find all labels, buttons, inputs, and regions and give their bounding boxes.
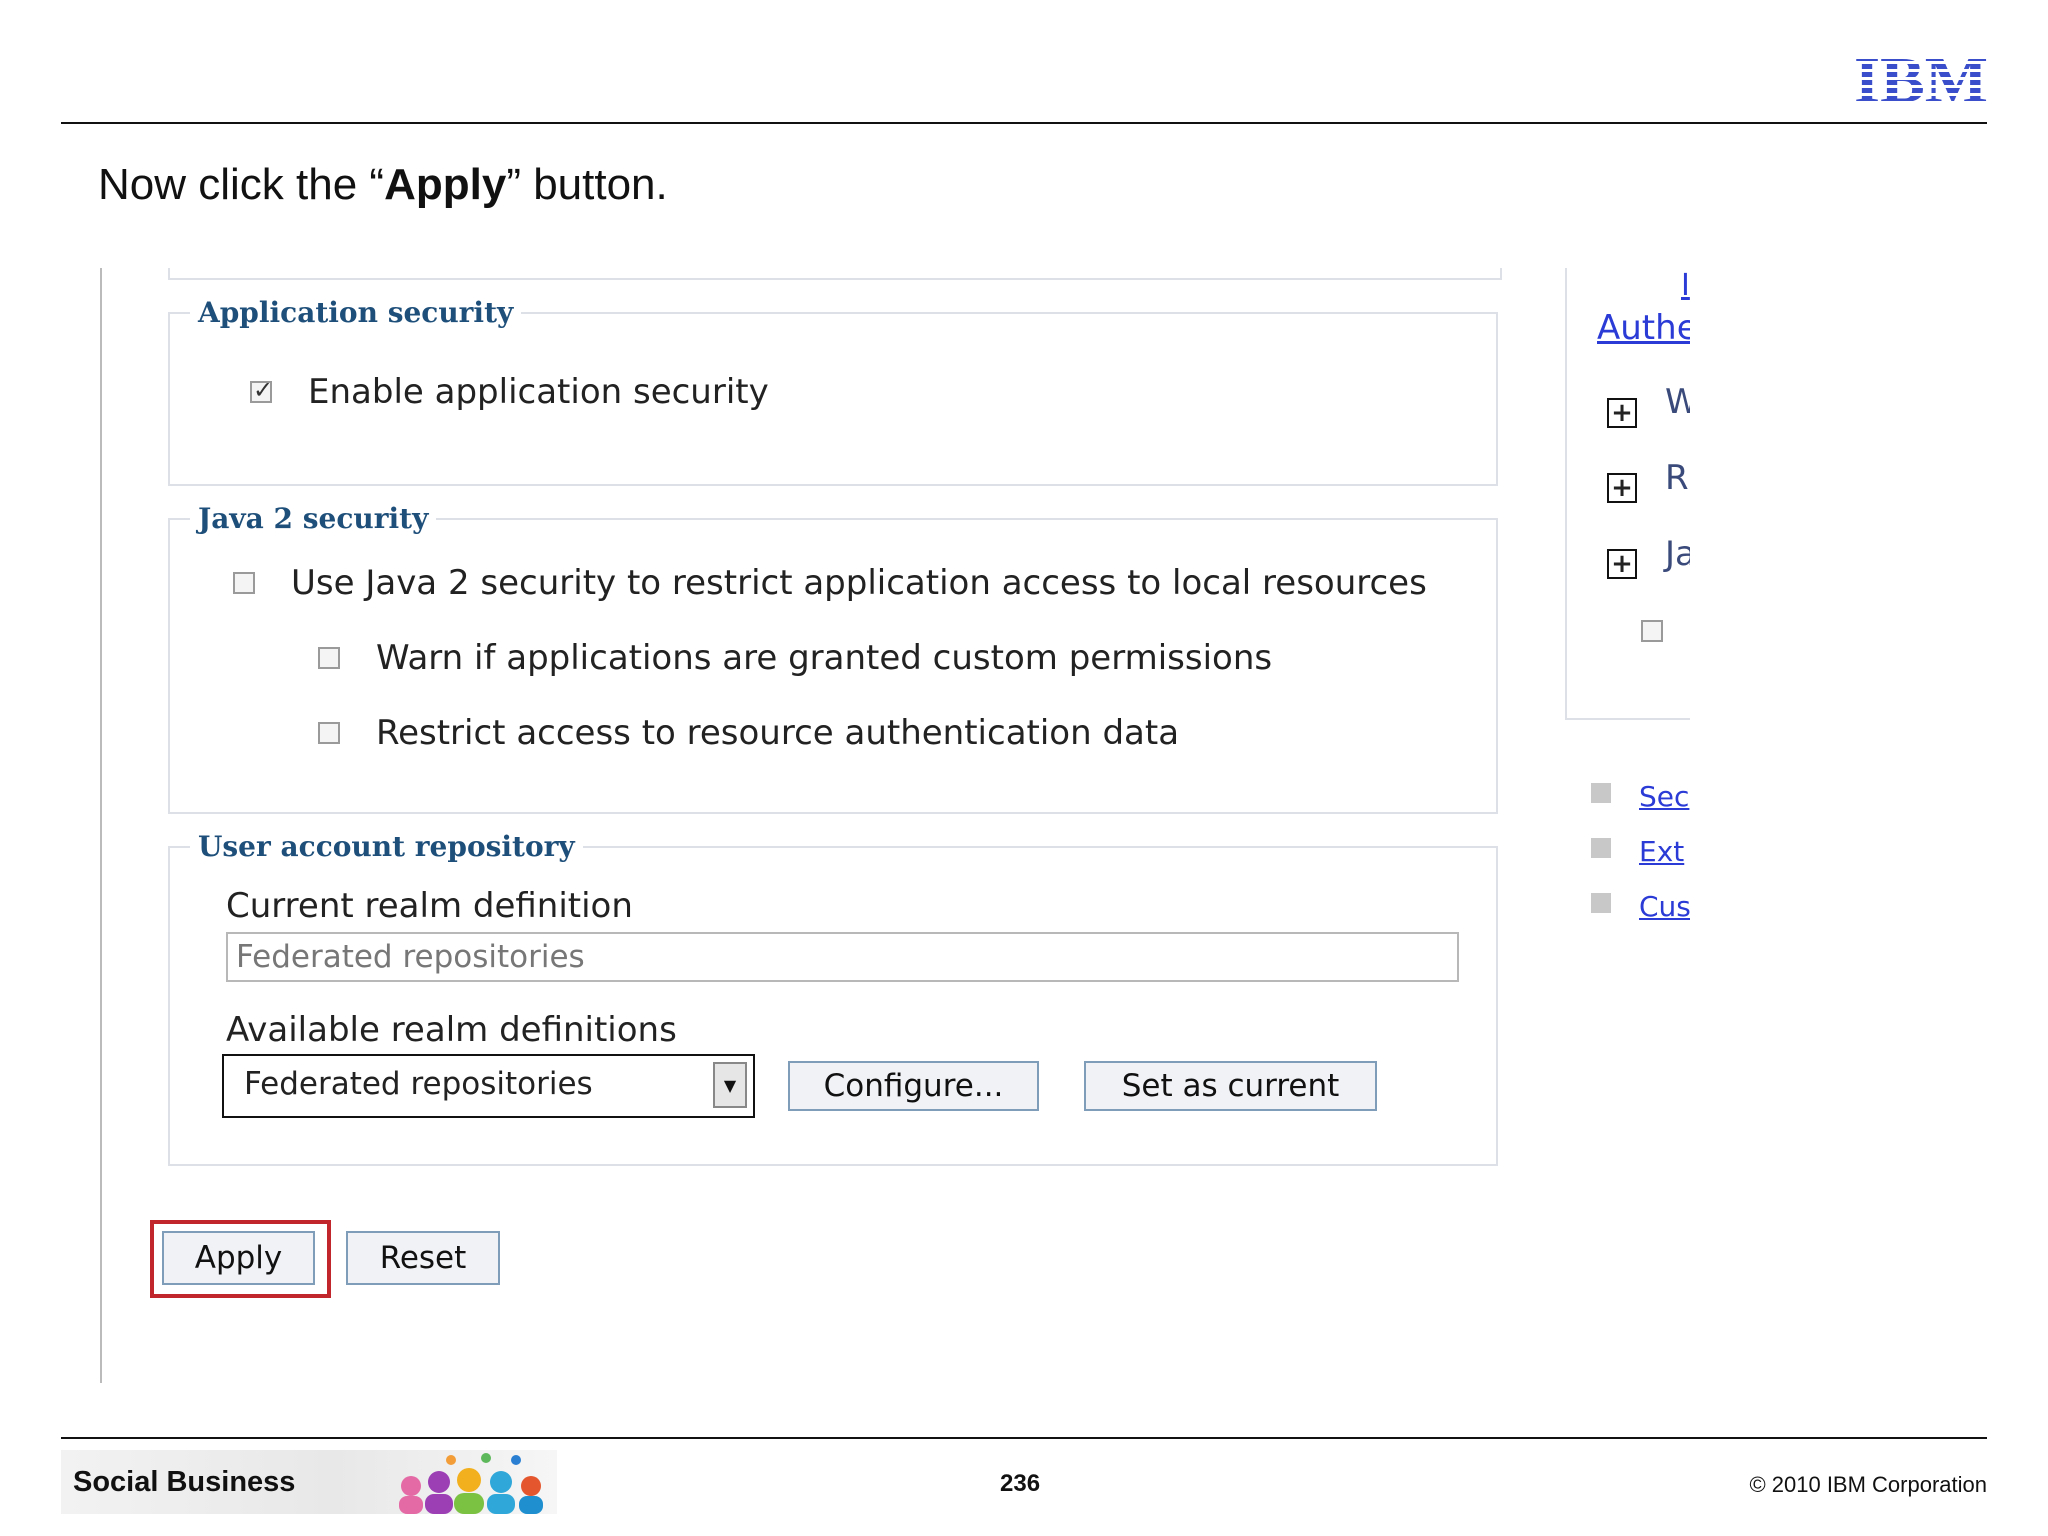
right-panel-item-2: R	[1665, 458, 1689, 498]
available-realms-selected-value: Federated repositories	[244, 1066, 593, 1102]
restrict-auth-data-label: Restrict access to resource authenticati…	[376, 713, 1180, 753]
expand-icon[interactable]: +	[1607, 549, 1637, 579]
right-panel-top-link[interactable]: I	[1681, 268, 1690, 303]
security-settings-screenshot: Application security Enable application …	[100, 268, 1700, 1388]
expand-icon[interactable]: +	[1607, 473, 1637, 503]
chevron-down-icon[interactable]: ▼	[713, 1062, 747, 1108]
right-panel-item-3: Ja	[1665, 534, 1690, 574]
configure-button[interactable]: Configure...	[788, 1061, 1039, 1111]
enable-application-security-row: Enable application security	[250, 372, 769, 412]
user-account-repository-legend: User account repository	[198, 830, 575, 863]
enable-application-security-checkbox[interactable]	[250, 376, 273, 404]
set-as-current-button[interactable]: Set as current	[1084, 1061, 1377, 1111]
apply-button[interactable]: Apply	[162, 1231, 315, 1285]
warn-custom-permissions-label: Warn if applications are granted custom …	[376, 638, 1273, 678]
social-business-banner: Social Business	[61, 1450, 557, 1514]
right-panel-checkbox[interactable]	[1641, 620, 1663, 642]
expand-icon[interactable]: +	[1607, 398, 1637, 428]
page-number: 236	[1000, 1470, 1041, 1497]
reset-button[interactable]: Reset	[346, 1231, 500, 1285]
related-link-2[interactable]: Ext	[1639, 835, 1684, 868]
related-link-3[interactable]: Cus	[1639, 890, 1690, 923]
footer-divider	[61, 1437, 1987, 1439]
warn-custom-permissions-row: Warn if applications are granted custom …	[318, 638, 1272, 678]
social-business-label: Social Business	[73, 1466, 296, 1498]
use-java2-security-row: Use Java 2 security to restrict applicat…	[233, 563, 1427, 603]
ibm-logo: IBM	[1854, 48, 1988, 108]
bullet-icon	[1591, 838, 1611, 858]
application-security-legend: Application security	[198, 296, 514, 329]
header-divider	[61, 122, 1987, 124]
use-java2-security-label: Use Java 2 security to restrict applicat…	[291, 563, 1427, 603]
authentication-link[interactable]: Authe	[1597, 308, 1690, 348]
people-graphic-icon	[399, 1453, 543, 1514]
instruction-text: Now click the “Apply” button.	[98, 160, 668, 209]
restrict-auth-data-checkbox[interactable]	[318, 722, 340, 744]
warn-custom-permissions-checkbox[interactable]	[318, 647, 340, 669]
right-panel-item-1: W	[1665, 382, 1690, 422]
bullet-icon	[1591, 783, 1611, 803]
current-realm-label: Current realm definition	[226, 886, 633, 926]
svg-text:IBM: IBM	[1854, 48, 1988, 108]
bullet-icon	[1591, 893, 1611, 913]
previous-group-edge	[168, 268, 1502, 280]
copyright-text: © 2010 IBM Corporation	[1749, 1472, 1987, 1497]
current-realm-field[interactable]: Federated repositories	[226, 932, 1459, 982]
restrict-auth-data-row: Restrict access to resource authenticati…	[318, 713, 1179, 753]
available-realms-label: Available realm definitions	[226, 1010, 677, 1050]
java2-security-legend: Java 2 security	[198, 502, 429, 535]
related-link-1[interactable]: Sec	[1639, 780, 1689, 813]
right-side-panel: I Authe + W + R + Ja Sec Ext Cus	[1565, 268, 1690, 1088]
use-java2-security-checkbox[interactable]	[233, 572, 255, 594]
available-realms-select[interactable]: Federated repositories ▼	[222, 1054, 755, 1118]
panel-left-border	[100, 268, 102, 1383]
enable-application-security-label: Enable application security	[308, 372, 769, 412]
